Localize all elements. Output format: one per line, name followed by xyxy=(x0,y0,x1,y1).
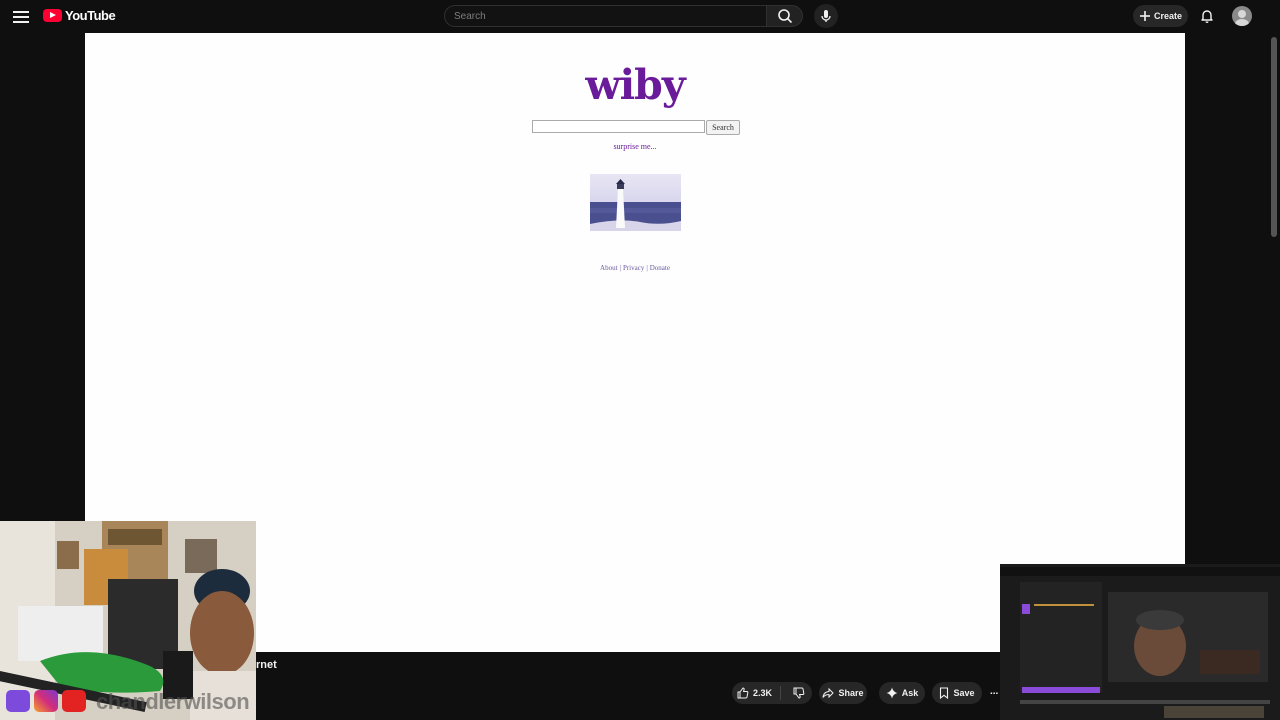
logo-text: YouTube xyxy=(65,8,116,23)
plus-icon xyxy=(1139,11,1150,21)
ask-label: Ask xyxy=(901,688,919,698)
like-count: 2.3K xyxy=(753,688,773,698)
youtube-icon xyxy=(62,690,86,712)
share-icon xyxy=(822,687,835,699)
instagram-icon xyxy=(34,690,58,712)
share-label: Share xyxy=(838,688,864,698)
about-link: About xyxy=(600,264,618,272)
picture-in-picture-overlay xyxy=(1000,564,1280,720)
donate-link: Donate xyxy=(649,264,670,272)
pip-screen-image xyxy=(1000,564,1280,720)
streamer-name: chandlerwilson xyxy=(96,689,250,714)
thumbs-up-icon xyxy=(737,687,749,699)
create-label: Create xyxy=(1153,11,1182,21)
save-button[interactable]: Save xyxy=(932,682,982,704)
avatar-head xyxy=(1238,10,1246,18)
menu-button[interactable] xyxy=(12,8,30,24)
voice-search-button[interactable] xyxy=(814,4,838,28)
bookmark-icon xyxy=(940,687,949,699)
dislike-button[interactable] xyxy=(785,687,813,699)
search-icon xyxy=(778,9,792,23)
youtube-play-icon xyxy=(43,9,62,22)
scrollbar-thumb[interactable] xyxy=(1271,37,1277,237)
bell-icon xyxy=(1201,10,1213,23)
search-button[interactable] xyxy=(766,5,803,27)
account-avatar[interactable] xyxy=(1232,6,1252,26)
create-button[interactable]: Create xyxy=(1133,5,1188,27)
privacy-link: Privacy xyxy=(622,264,645,272)
notifications-button[interactable] xyxy=(1199,8,1215,29)
wiby-footer: About | Privacy | Donate xyxy=(85,264,1185,272)
twitch-icon xyxy=(6,690,30,712)
video-title: rnet xyxy=(256,659,277,671)
more-actions-button[interactable]: ... xyxy=(990,686,998,697)
avatar-body xyxy=(1235,19,1249,26)
hamburger-icon xyxy=(13,11,29,13)
share-button[interactable]: Share xyxy=(819,682,867,704)
thumbs-down-icon xyxy=(793,687,805,699)
top-header: YouTube Create xyxy=(0,0,1280,33)
like-dislike-group: 2.3K xyxy=(732,682,812,704)
lighthouse-image xyxy=(590,174,681,231)
ask-button[interactable]: Ask xyxy=(879,682,925,704)
like-button[interactable]: 2.3K xyxy=(731,686,782,700)
youtube-logo[interactable]: YouTube xyxy=(43,8,116,23)
footer-separator: | xyxy=(646,264,648,272)
webcam-overlay: chandlerwilson xyxy=(0,521,256,720)
search-input[interactable] xyxy=(445,6,784,27)
social-icons xyxy=(6,690,86,712)
microphone-icon xyxy=(821,10,831,22)
sparkle-icon xyxy=(886,687,898,699)
search-field[interactable] xyxy=(444,5,784,27)
wiby-search-input xyxy=(532,120,705,133)
surprise-me-link: surprise me... xyxy=(613,142,657,151)
save-label: Save xyxy=(953,688,975,698)
wiby-search-button: Search xyxy=(706,120,740,135)
wiby-logo: wiby xyxy=(585,61,685,109)
footer-separator: | xyxy=(619,264,621,272)
